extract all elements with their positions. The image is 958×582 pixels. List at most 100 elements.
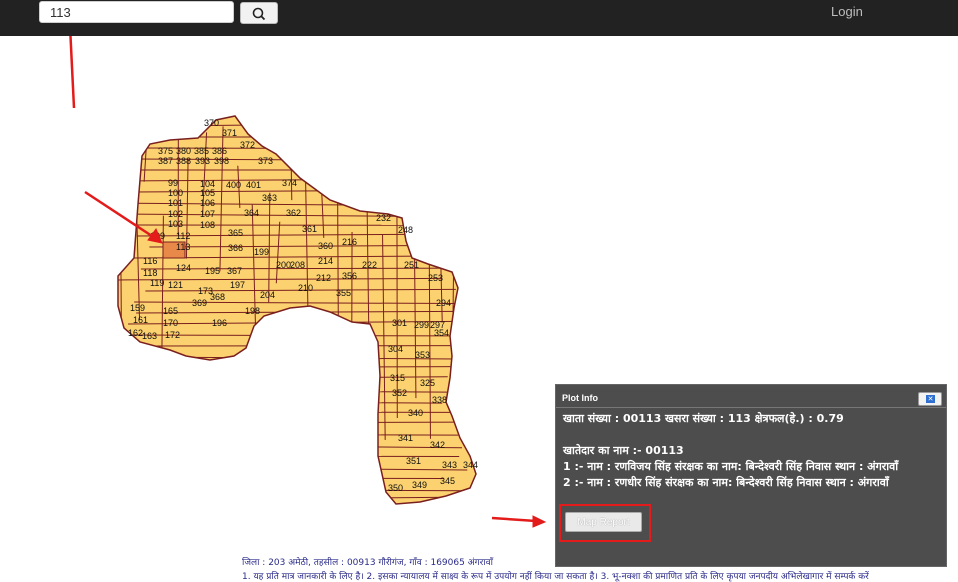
parcel-number-label: 101 [168, 198, 183, 208]
parcel-number-label: 108 [200, 220, 215, 230]
parcel-number-label: 102 [168, 209, 183, 219]
map-report-highlight: Map Report [559, 504, 651, 542]
parcel-number-label: 253 [428, 273, 443, 283]
parcel-number-label: 364 [244, 208, 259, 218]
parcel-number-label: 373 [258, 156, 273, 166]
search-icon [251, 7, 267, 21]
parcel-number-label: 103 [168, 219, 183, 229]
parcel-number-label: 165 [163, 306, 178, 316]
parcel-number-label: 370 [204, 118, 219, 128]
parcel-number-label: 248 [398, 225, 413, 235]
parcel-number-label: 304 [388, 344, 403, 354]
parcel-number-label: 116 [143, 256, 157, 266]
parcel-number-label: 366 [228, 243, 243, 253]
parcel-number-label: 315 [390, 373, 405, 383]
parcel-number-label: 105 [200, 188, 215, 198]
parcel-number-label: 161 [133, 315, 148, 325]
parcel-number-label: 341 [398, 433, 413, 443]
parcel-number-label: 232 [376, 213, 391, 223]
parcel-number-label: 208 [290, 260, 305, 270]
parcel-number-label: 340 [408, 408, 423, 418]
parcel-number-label: 113 [176, 242, 190, 252]
parcel-number-label: 375 [158, 146, 173, 156]
parcel-number-label: 354 [434, 328, 449, 338]
parcel-number-label: 301 [392, 318, 407, 328]
parcel-number-label: 172 [165, 330, 180, 340]
parcel-number-label: 386 [212, 146, 227, 156]
parcel-number-label: 371 [222, 128, 237, 138]
parcel-number-label: 107 [200, 209, 215, 219]
parcel-number-label: 162 [128, 328, 143, 338]
parcel-number-label: 222 [362, 260, 377, 270]
parcel-number-label: 385 [194, 146, 209, 156]
parcel-number-label: 400 [226, 180, 241, 190]
plot-info-panel: Plot Info ✕ खाता संख्या : 00113 खसरा संख… [555, 384, 947, 567]
disclaimer-line: 1. यह प्रति मात्र जानकारी के लिए है। 2. … [242, 569, 952, 582]
close-icon: ✕ [926, 395, 935, 403]
parcel-number-label: 365 [228, 228, 243, 238]
login-link[interactable]: Login [831, 4, 863, 19]
parcel-number-label: 204 [260, 290, 275, 300]
parcel-number-label: 216 [342, 237, 357, 247]
parcel-number-label: 374 [282, 178, 297, 188]
parcel-number-label: 362 [286, 208, 301, 218]
parcel-number-label: 195 [205, 266, 220, 276]
parcel-number-label: 344 [463, 460, 478, 470]
parcel-number-label: 353 [415, 350, 430, 360]
parcel-number-label: 112 [176, 231, 190, 241]
parcel-number-label: 356 [342, 271, 357, 281]
parcel-number-label: 212 [316, 273, 331, 283]
parcel-number-label: 325 [420, 378, 435, 388]
parcel-number-label: 351 [406, 456, 421, 466]
parcel-number-label: 100 [168, 188, 183, 198]
parcel-number-label: 342 [430, 440, 445, 450]
parcel-number-label: 372 [240, 140, 255, 150]
parcel-number-label: 299 [414, 320, 429, 330]
arrow-to-report-head [533, 516, 545, 527]
parcel-number-label: 170 [163, 318, 178, 328]
parcel-number-label: 121 [168, 280, 183, 290]
parcel-number-label: 210 [298, 283, 313, 293]
parcel-number-label: 196 [212, 318, 227, 328]
plot-summary: खाता संख्या : 00113 खसरा संख्या : 113 क्… [563, 411, 939, 427]
parcel-number-label: 388 [176, 156, 191, 166]
parcel-number-label: 387 [158, 156, 173, 166]
owner-1: 1 :- नाम : रणविजय सिंह संरक्षक का नाम: ब… [563, 459, 939, 475]
parcel-number-label: 294 [436, 298, 451, 308]
owner-2: 2 :- नाम : रणधीर सिंह संरक्षक का नाम: बि… [563, 475, 939, 491]
close-button[interactable]: ✕ [918, 392, 942, 406]
parcel-number-label: 159 [130, 303, 145, 313]
parcel-number-label: 338 [432, 395, 447, 405]
parcel-number-label: 361 [302, 224, 317, 234]
map-report-button[interactable]: Map Report [565, 512, 642, 532]
arrow-to-report [492, 518, 536, 521]
parcel-number-label: 163 [142, 331, 157, 341]
location-line: जिला : 203 अमेठी, तहसील : 00913 गौरीगंज,… [242, 555, 493, 568]
parcel-number-label: 398 [214, 156, 229, 166]
parcel-number-label: 349 [412, 480, 427, 490]
owner-heading: खातेदार का नाम :- 00113 [563, 443, 939, 459]
parcel-number-label: 118 [143, 268, 157, 278]
parcel-number-label: 200 [276, 260, 291, 270]
parcel-number-label: 380 [176, 146, 191, 156]
parcel-number-label: 352 [392, 388, 407, 398]
search-button[interactable] [240, 2, 278, 24]
parcel-number-label: 345 [440, 476, 455, 486]
search-input[interactable] [39, 1, 234, 23]
parcel-number-label: 355 [336, 288, 351, 298]
parcel-number-label: 343 [442, 460, 457, 470]
parcel-number-label: 124 [176, 263, 191, 273]
parcel-number-label: 106 [200, 198, 215, 208]
parcel-number-label: 197 [230, 280, 245, 290]
parcel-number-label: 199 [254, 247, 269, 257]
parcel-number-label: 363 [262, 193, 277, 203]
parcel-number-label: 198 [245, 306, 260, 316]
arrow-to-search [70, 36, 74, 108]
parcel-number-label: 119 [150, 278, 164, 288]
parcel-number-label: 360 [318, 241, 333, 251]
parcel-number-label: 369 [192, 298, 207, 308]
plot-info-body: खाता संख्या : 00113 खसरा संख्या : 113 क्… [556, 408, 946, 491]
parcel-number-label: 99 [168, 178, 178, 188]
parcel-number-label: 393 [195, 156, 210, 166]
parcel-number-label: 401 [246, 180, 261, 190]
